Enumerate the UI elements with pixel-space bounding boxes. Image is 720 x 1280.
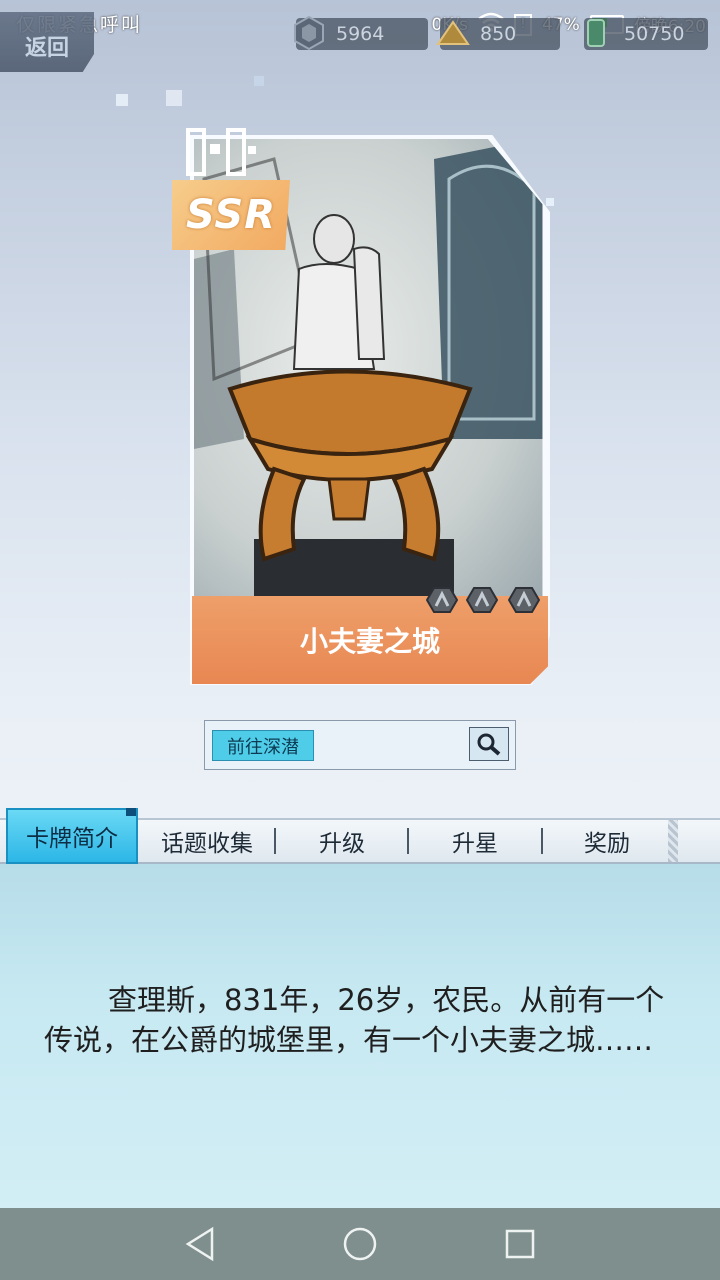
gold-value: 850 <box>480 23 517 45</box>
rarity-badge: SSR <box>172 180 290 250</box>
decor-square <box>116 94 128 106</box>
dive-tag-button[interactable]: 前往深潜 <box>212 730 314 761</box>
stamina-value: 50750 <box>624 23 685 45</box>
home-nav-icon[interactable] <box>340 1224 380 1264</box>
ssr-deco-icon <box>186 128 256 176</box>
stamina-icon <box>587 19 605 47</box>
gold-currency[interactable]: 850 <box>436 18 560 50</box>
recent-apps-nav-icon[interactable] <box>500 1224 540 1264</box>
tab-upgrade[interactable]: 升级 <box>276 818 408 864</box>
search-icon <box>477 733 501 756</box>
decor-square <box>166 90 182 106</box>
card-description: 查理斯，831年，26岁，农民。从前有一个传说，在公爵的城堡里，有一个小夫妻之城… <box>44 983 665 1057</box>
tab-star-up[interactable]: 升星 <box>409 818 541 864</box>
search-button[interactable] <box>469 727 509 761</box>
tab-card-intro[interactable]: 卡牌简介 <box>6 808 138 864</box>
tab-rewards[interactable]: 奖励 <box>543 818 671 864</box>
star-gem-icon <box>466 587 498 613</box>
star-gem-icon <box>508 587 540 613</box>
gold-icon <box>436 20 470 45</box>
crystal-currency[interactable]: 5964 <box>294 15 428 51</box>
stamina-currency[interactable]: 50750 <box>584 18 708 50</box>
tab-bar-end-deco <box>668 820 678 862</box>
tab-topic-collection[interactable]: 话题收集 <box>140 818 274 864</box>
decor-square <box>254 76 264 86</box>
tab-corner-deco <box>126 808 136 816</box>
star-gem-icon <box>426 587 458 613</box>
back-nav-icon[interactable] <box>180 1224 220 1264</box>
crystal-icon <box>294 15 324 51</box>
card-name: 小夫妻之城 <box>299 625 440 658</box>
back-button[interactable]: 返回 <box>0 12 94 72</box>
crystal-value: 5964 <box>336 23 385 45</box>
